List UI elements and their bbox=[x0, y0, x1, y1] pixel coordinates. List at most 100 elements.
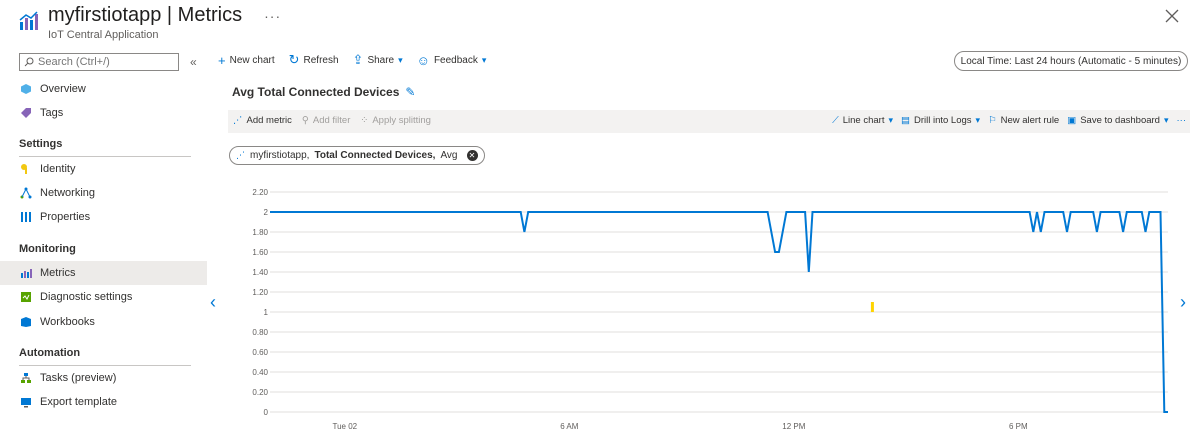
add-metric-button[interactable]: ⋰ Add metric bbox=[233, 115, 292, 126]
add-filter-label: Add filter bbox=[312, 115, 351, 126]
more-icon: ··· bbox=[1176, 115, 1187, 126]
line-chart-icon: ⟋ bbox=[832, 115, 839, 126]
page-title: myfirstiotapp | Metrics bbox=[48, 4, 243, 26]
new-alert-label: New alert rule bbox=[1000, 115, 1060, 126]
y-tick-label: 0.60 bbox=[252, 348, 268, 357]
sidebar-item-metrics[interactable]: Metrics bbox=[0, 261, 207, 285]
y-tick-label: 0.40 bbox=[252, 368, 268, 377]
logs-icon: ▤ bbox=[901, 115, 910, 126]
y-tick-label: 1.40 bbox=[252, 268, 268, 277]
overview-icon bbox=[21, 84, 31, 94]
title-row: myfirstiotapp | Metrics ··· bbox=[48, 4, 281, 27]
export-icon bbox=[21, 398, 31, 408]
save-icon: ▣ bbox=[1067, 115, 1077, 126]
diagnostic-icon bbox=[21, 292, 31, 302]
share-label: Share bbox=[367, 54, 395, 66]
chart-toolbar: ⋰ Add metric ⚲ Add filter ⁘ Apply splitt… bbox=[228, 110, 1190, 133]
chevron-down-icon: ▾ bbox=[888, 115, 893, 125]
search-icon bbox=[24, 57, 34, 67]
chevron-down-icon: ▾ bbox=[1163, 115, 1169, 125]
collapse-sidebar-button[interactable]: « bbox=[190, 55, 197, 69]
add-metric-label: Add metric bbox=[246, 115, 292, 126]
tag-icon bbox=[21, 108, 31, 118]
sidebar-item-workbooks[interactable]: Workbooks bbox=[0, 310, 207, 334]
filter-icon: ⚲ bbox=[301, 115, 309, 126]
metric-pill[interactable]: ⋰ myfirstiotapp, Total Connected Devices… bbox=[229, 146, 485, 165]
title-more-button[interactable]: ··· bbox=[264, 8, 281, 24]
new-chart-label: New chart bbox=[229, 54, 275, 66]
close-icon[interactable] bbox=[1164, 8, 1180, 24]
sidebar-item-label: Diagnostic settings bbox=[40, 291, 133, 303]
time-range-picker[interactable]: Local Time: Last 24 hours (Automatic - 5… bbox=[954, 51, 1188, 71]
sidebar-item-diagnostic-settings[interactable]: Diagnostic settings bbox=[0, 285, 207, 309]
plus-icon: + bbox=[218, 52, 226, 68]
properties-icon bbox=[21, 212, 31, 222]
save-to-dashboard-button[interactable]: ▣ Save to dashboard ▾ bbox=[1067, 115, 1168, 126]
sidebar-item-label: Export template bbox=[40, 396, 118, 408]
drill-into-logs-button[interactable]: ▤ Drill into Logs ▾ bbox=[901, 115, 980, 126]
new-chart-button[interactable]: + New chart bbox=[218, 53, 275, 68]
add-filter-button[interactable]: ⚲ Add filter bbox=[302, 115, 350, 126]
sidebar-item-networking[interactable]: Networking bbox=[0, 181, 207, 205]
refresh-button[interactable]: ↻ Refresh bbox=[289, 52, 339, 68]
sidebar-item-label: Metrics bbox=[40, 267, 76, 279]
apply-splitting-button[interactable]: ⁘ Apply splitting bbox=[360, 115, 431, 126]
x-tick-label: 6 AM bbox=[560, 422, 579, 431]
smiley-icon: ☺ bbox=[416, 52, 430, 68]
x-tick-label: 6 PM bbox=[1009, 422, 1028, 431]
remove-metric-icon[interactable]: ✕ bbox=[466, 150, 478, 161]
feedback-label: Feedback bbox=[433, 54, 478, 66]
search-box[interactable] bbox=[19, 53, 179, 71]
section-monitoring: Monitoring bbox=[19, 243, 191, 262]
sidebar-item-properties[interactable]: Properties bbox=[0, 205, 207, 229]
y-tick-label: 2.20 bbox=[252, 188, 268, 197]
sidebar-item-tasks[interactable]: Tasks (preview) bbox=[0, 366, 207, 390]
alert-icon: ⚐ bbox=[988, 115, 997, 126]
section-settings: Settings bbox=[19, 138, 191, 157]
sidebar-item-overview[interactable]: Overview bbox=[0, 77, 207, 101]
chevron-down-icon: ▾ bbox=[481, 54, 487, 65]
workbook-icon bbox=[21, 317, 31, 327]
splitting-icon: ⁘ bbox=[360, 115, 369, 126]
sidebar-item-label: Networking bbox=[40, 187, 96, 199]
new-alert-rule-button[interactable]: ⚐ New alert rule bbox=[988, 115, 1059, 126]
sidebar-item-label: Properties bbox=[40, 211, 91, 223]
add-metric-icon: ⋰ bbox=[233, 115, 243, 126]
sidebar-item-label: Identity bbox=[40, 163, 76, 175]
y-tick-label: 1.20 bbox=[252, 288, 268, 297]
more-options-button[interactable]: ··· bbox=[1177, 115, 1187, 126]
network-icon bbox=[20, 187, 32, 199]
y-tick-label: 1.80 bbox=[252, 228, 268, 237]
sidebar-item-label: Tags bbox=[40, 107, 64, 119]
drill-logs-label: Drill into Logs bbox=[913, 115, 972, 126]
sidebar-item-tags[interactable]: Tags bbox=[0, 101, 207, 125]
edit-pencil-icon[interactable]: ✎ bbox=[405, 85, 415, 99]
line-chart-label: Line chart bbox=[842, 115, 885, 126]
section-automation: Automation bbox=[19, 347, 191, 366]
page-subtitle: IoT Central Application bbox=[48, 29, 159, 41]
sidebar: « Overview Tags Settings Identity Networ… bbox=[0, 50, 207, 432]
tasks-icon bbox=[21, 373, 31, 383]
metric-aggregation: Avg bbox=[440, 150, 458, 161]
chart-title-row: Avg Total Connected Devices ✎ bbox=[232, 85, 415, 99]
share-icon: ⇪ bbox=[352, 52, 364, 67]
metrics-page: myfirstiotapp | Metrics ··· IoT Central … bbox=[0, 0, 1200, 432]
sidebar-item-export-template[interactable]: Export template bbox=[0, 390, 207, 414]
line-chart-button[interactable]: ⟋ Line chart ▾ bbox=[832, 115, 893, 126]
search-input[interactable] bbox=[38, 56, 168, 68]
chart-title: Avg Total Connected Devices bbox=[232, 85, 400, 99]
sidebar-item-identity[interactable]: Identity bbox=[0, 157, 207, 181]
app-metrics-icon bbox=[19, 11, 38, 30]
sidebar-item-label: Workbooks bbox=[40, 316, 95, 328]
metrics-icon bbox=[21, 269, 32, 278]
x-tick-label: Tue 02 bbox=[333, 422, 358, 431]
feedback-button[interactable]: ☺ Feedback ▾ bbox=[417, 53, 487, 68]
share-button[interactable]: ⇪ Share ▾ bbox=[353, 52, 403, 68]
refresh-icon: ↻ bbox=[288, 52, 300, 67]
chevron-right-icon[interactable]: › bbox=[1180, 292, 1186, 313]
chevron-left-icon[interactable]: ‹ bbox=[210, 292, 216, 313]
refresh-label: Refresh bbox=[303, 54, 339, 66]
metric-name: Total Connected Devices, bbox=[314, 150, 436, 161]
sidebar-item-label: Overview bbox=[40, 83, 86, 95]
apply-splitting-label: Apply splitting bbox=[372, 115, 431, 126]
